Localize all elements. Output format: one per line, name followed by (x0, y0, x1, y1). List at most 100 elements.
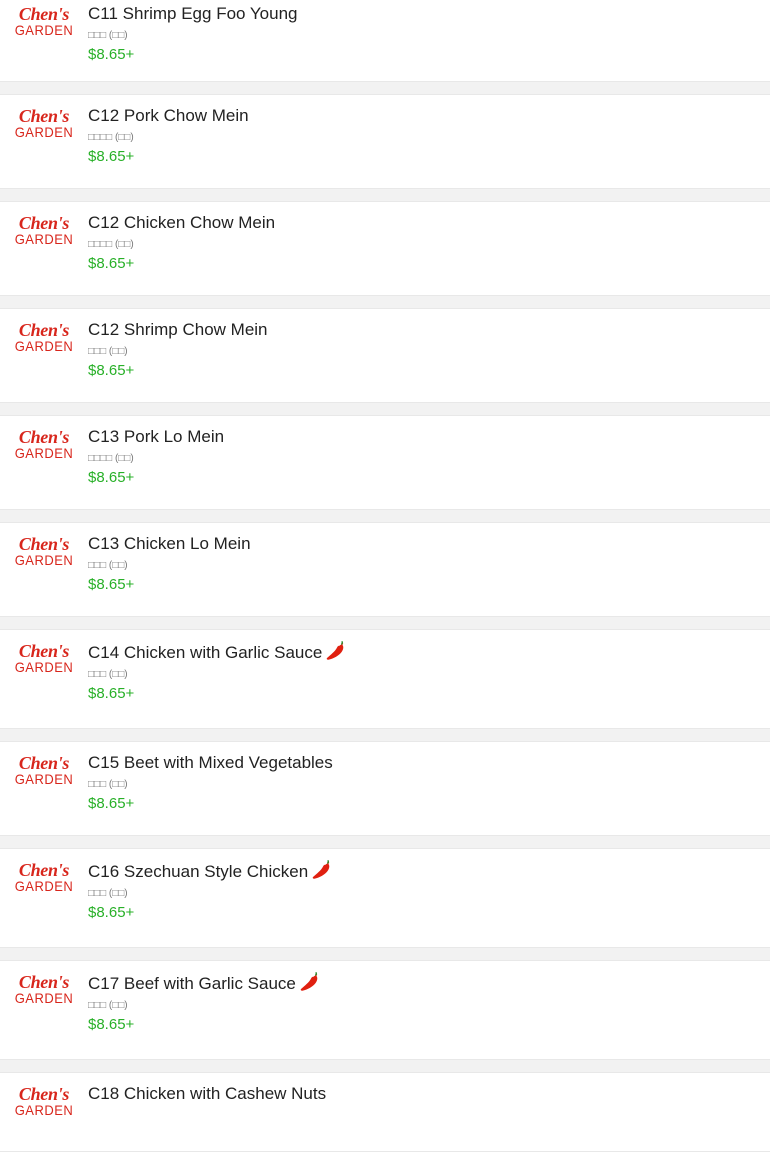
item-title-row: C14 Chicken with Garlic Sauce (88, 640, 346, 664)
item-title-row: C17 Beef with Garlic Sauce (88, 971, 320, 995)
item-price: $8.65+ (88, 148, 135, 165)
logo-line2: GARDEN (14, 124, 74, 141)
item-chinese-name: □□□ (□□) (88, 346, 128, 357)
logo-line1: Chen's (18, 4, 70, 24)
chili-pepper-icon (298, 971, 320, 993)
chili-pepper-icon (324, 640, 346, 662)
item-price: $8.65+ (88, 795, 135, 812)
restaurant-logo: Chen's GARDEN (15, 859, 73, 895)
menu-item[interactable]: Chen's GARDEN C18 Chicken with Cashew Nu… (0, 1072, 770, 1152)
item-chinese-name: □□□□ (□□) (88, 453, 134, 464)
logo-line2: GARDEN (14, 445, 74, 462)
item-chinese-name: □□□ (□□) (88, 888, 128, 899)
item-info: C18 Chicken with Cashew Nuts (88, 1083, 326, 1105)
item-chinese-name: □□□ (□□) (88, 1000, 128, 1011)
logo-line2: GARDEN (14, 878, 74, 895)
item-name: C13 Chicken Lo Mein (88, 534, 251, 553)
item-title-row: C13 Pork Lo Mein (88, 426, 224, 448)
restaurant-logo: Chen's GARDEN (15, 426, 73, 462)
item-name: C12 Chicken Chow Mein (88, 213, 276, 232)
logo-line1: Chen's (18, 753, 70, 773)
logo-line1: Chen's (18, 106, 70, 126)
item-price: $8.65+ (88, 362, 135, 379)
menu-item[interactable]: Chen's GARDEN C11 Shrimp Egg Foo Young □… (0, 0, 770, 82)
item-title-row: C16 Szechuan Style Chicken (88, 859, 332, 883)
item-chinese-name: □□□□ (□□) (88, 132, 134, 143)
logo-line1: Chen's (18, 641, 70, 661)
logo-line1: Chen's (18, 427, 70, 447)
item-info: C14 Chicken with Garlic Sauce □□□ (□□) $… (88, 640, 346, 703)
menu-item[interactable]: Chen's GARDEN C16 Szechuan Style Chicken… (0, 848, 770, 948)
menu-item[interactable]: Chen's GARDEN C13 Chicken Lo Mein □□□ (□… (0, 522, 770, 617)
logo-line2: GARDEN (14, 771, 74, 788)
logo-line2: GARDEN (14, 1102, 74, 1119)
restaurant-logo: Chen's GARDEN (15, 212, 73, 248)
logo-line1: Chen's (18, 534, 70, 554)
restaurant-logo: Chen's GARDEN (15, 1083, 73, 1119)
item-info: C13 Chicken Lo Mein □□□ (□□) $8.65+ (88, 533, 251, 594)
menu-item[interactable]: Chen's GARDEN C12 Chicken Chow Mein □□□□… (0, 201, 770, 296)
item-info: C11 Shrimp Egg Foo Young □□□ (□□) $8.65+ (88, 3, 298, 64)
item-name: C16 Szechuan Style Chicken (88, 862, 309, 881)
menu-item[interactable]: Chen's GARDEN C14 Chicken with Garlic Sa… (0, 629, 770, 729)
item-price: $8.65+ (88, 46, 135, 63)
logo-line2: GARDEN (14, 552, 74, 569)
logo-line2: GARDEN (14, 22, 74, 39)
restaurant-logo: Chen's GARDEN (15, 3, 73, 39)
item-name: C12 Shrimp Chow Mein (88, 320, 268, 339)
item-price: $8.65+ (88, 255, 135, 272)
item-title-row: C13 Chicken Lo Mein (88, 533, 251, 555)
logo-line1: Chen's (18, 972, 70, 992)
item-price: $8.65+ (88, 1016, 135, 1033)
item-name: C11 Shrimp Egg Foo Young (88, 4, 298, 23)
item-title-row: C11 Shrimp Egg Foo Young (88, 3, 298, 25)
restaurant-logo: Chen's GARDEN (15, 640, 73, 676)
item-name: C12 Pork Chow Mein (88, 106, 249, 125)
item-name: C17 Beef with Garlic Sauce (88, 974, 296, 993)
item-info: C16 Szechuan Style Chicken □□□ (□□) $8.6… (88, 859, 332, 922)
item-price: $8.65+ (88, 469, 135, 486)
chili-pepper-icon (310, 859, 332, 881)
logo-line2: GARDEN (14, 338, 74, 355)
menu-item[interactable]: Chen's GARDEN C17 Beef with Garlic Sauce… (0, 960, 770, 1060)
item-price: $8.65+ (88, 904, 135, 921)
logo-line1: Chen's (18, 860, 70, 880)
item-chinese-name: □□□ (□□) (88, 779, 128, 790)
logo-line1: Chen's (18, 320, 70, 340)
item-title-row: C12 Pork Chow Mein (88, 105, 249, 127)
item-title-row: C12 Chicken Chow Mein (88, 212, 275, 234)
item-info: C17 Beef with Garlic Sauce □□□ (□□) $8.6… (88, 971, 320, 1034)
logo-line2: GARDEN (14, 990, 74, 1007)
item-name: C15 Beet with Mixed Vegetables (88, 753, 333, 772)
item-name: C13 Pork Lo Mein (88, 427, 225, 446)
restaurant-logo: Chen's GARDEN (15, 752, 73, 788)
menu-item[interactable]: Chen's GARDEN C12 Shrimp Chow Mein □□□ (… (0, 308, 770, 403)
item-price: $8.65+ (88, 685, 135, 702)
item-info: C12 Chicken Chow Mein □□□□ (□□) $8.65+ (88, 212, 275, 273)
item-chinese-name: □□□□ (□□) (88, 239, 134, 250)
restaurant-logo: Chen's GARDEN (15, 533, 73, 569)
item-name: C18 Chicken with Cashew Nuts (88, 1084, 327, 1103)
item-info: C12 Shrimp Chow Mein □□□ (□□) $8.65+ (88, 319, 268, 380)
item-price: $8.65+ (88, 576, 135, 593)
menu-list: Chen's GARDEN C11 Shrimp Egg Foo Young □… (0, 0, 770, 1152)
logo-line2: GARDEN (14, 659, 74, 676)
item-info: C13 Pork Lo Mein □□□□ (□□) $8.65+ (88, 426, 224, 487)
item-chinese-name: □□□ (□□) (88, 560, 128, 571)
menu-item[interactable]: Chen's GARDEN C13 Pork Lo Mein □□□□ (□□)… (0, 415, 770, 510)
menu-item[interactable]: Chen's GARDEN C15 Beet with Mixed Vegeta… (0, 741, 770, 836)
restaurant-logo: Chen's GARDEN (15, 319, 73, 355)
item-chinese-name: □□□ (□□) (88, 30, 128, 41)
menu-item[interactable]: Chen's GARDEN C12 Pork Chow Mein □□□□ (□… (0, 94, 770, 189)
item-title-row: C18 Chicken with Cashew Nuts (88, 1083, 326, 1105)
item-name: C14 Chicken with Garlic Sauce (88, 643, 323, 662)
item-info: C15 Beet with Mixed Vegetables □□□ (□□) … (88, 752, 333, 813)
logo-line1: Chen's (18, 1084, 70, 1104)
item-title-row: C12 Shrimp Chow Mein (88, 319, 268, 341)
restaurant-logo: Chen's GARDEN (15, 971, 73, 1007)
logo-line2: GARDEN (14, 231, 74, 248)
item-info: C12 Pork Chow Mein □□□□ (□□) $8.65+ (88, 105, 249, 166)
logo-line1: Chen's (18, 213, 70, 233)
item-title-row: C15 Beet with Mixed Vegetables (88, 752, 333, 774)
item-chinese-name: □□□ (□□) (88, 669, 128, 680)
